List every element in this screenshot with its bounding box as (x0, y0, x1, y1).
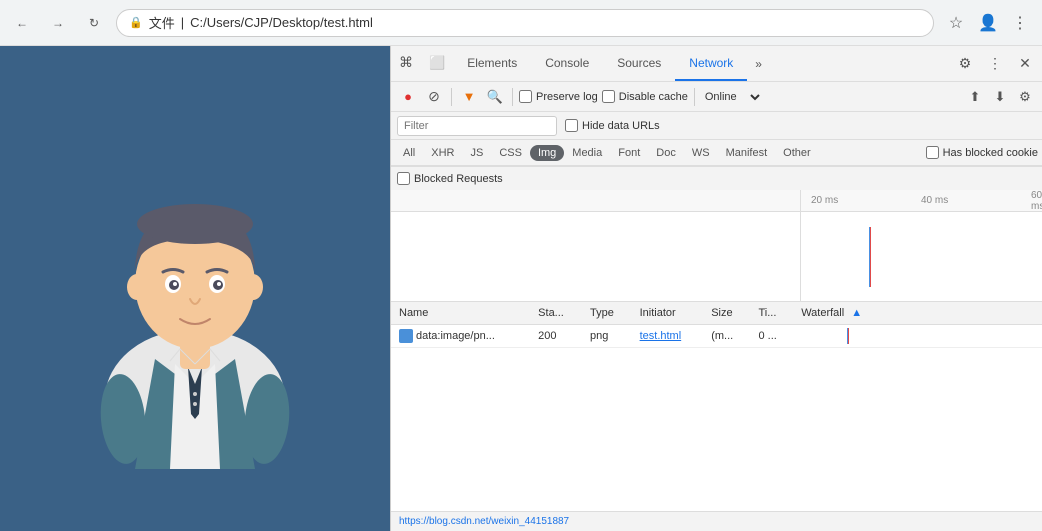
type-tab-js[interactable]: JS (462, 145, 491, 161)
network-condition-select[interactable]: Online Offline Slow 3G Fast 3G (701, 90, 763, 104)
table-header-row: Name Sta... Type Initiator (391, 302, 1042, 325)
export-button[interactable]: ⬇ (989, 86, 1011, 108)
toolbar-right-actions: ⬆ ⬇ ⚙ (964, 86, 1036, 108)
col-status[interactable]: Sta... (530, 302, 582, 325)
tab-elements[interactable]: Elements (453, 46, 531, 81)
lock-icon: 🔒 (129, 16, 143, 29)
blocked-requests-bar: Blocked Requests (391, 166, 1042, 190)
search-button[interactable]: 🔍 (484, 86, 506, 108)
toolbar-separator-1 (451, 88, 452, 106)
tab-sources[interactable]: Sources (603, 46, 675, 81)
timeline-header: 20 ms 40 ms 60 ms 80 ms 100 ms (391, 190, 1042, 212)
type-tab-manifest[interactable]: Manifest (718, 145, 776, 161)
devtools-panel: ⌘ ⬜ Elements Console Sources Network (390, 46, 1042, 531)
type-tab-other[interactable]: Other (775, 145, 819, 161)
browser-toolbar: ☆ 👤 ⋮ (942, 9, 1034, 37)
type-tab-img[interactable]: Img (530, 145, 564, 161)
waterfall-area (391, 212, 1042, 302)
col-time[interactable]: Ti... (750, 302, 793, 325)
requests-table: Name Sta... Type Initiator (391, 302, 1042, 348)
address-label: 文件 (149, 13, 175, 32)
requests-table-container: Name Sta... Type Initiator (391, 302, 1042, 511)
more-tabs-button[interactable]: » (747, 57, 770, 71)
record-button[interactable]: ● (397, 86, 419, 108)
type-tab-doc[interactable]: Doc (648, 145, 684, 161)
devtools-topbar: ⌘ ⬜ Elements Console Sources Network (391, 46, 1042, 82)
status-bar: https://blog.csdn.net/weixin_44151887 (391, 511, 1042, 531)
hide-urls-checkbox[interactable]: Hide data URLs (565, 119, 660, 132)
tab-network[interactable]: Network (675, 46, 747, 81)
row-type-cell: png (582, 325, 632, 348)
address-url: C:/Users/CJP/Desktop/test.html (190, 15, 373, 30)
back-button[interactable]: ← (8, 9, 36, 37)
address-bar: ← → ↻ 🔒 文件 | C:/Users/CJP/Desktop/test.h… (0, 0, 1042, 46)
col-type[interactable]: Type (582, 302, 632, 325)
devtools-inspect-icon[interactable]: ⌘ (391, 46, 421, 81)
toolbar-separator-3 (694, 88, 695, 106)
refresh-button[interactable]: ↻ (80, 9, 108, 37)
row-size-cell: (m... (703, 325, 750, 348)
devtools-actions: ⚙ ⋮ ✕ (952, 51, 1042, 77)
col-name[interactable]: Name (391, 302, 530, 325)
toolbar-separator-2 (512, 88, 513, 106)
filter-input[interactable] (397, 116, 557, 136)
devtools-close-button[interactable]: ✕ (1012, 51, 1038, 77)
row-status-cell: 200 (530, 325, 582, 348)
avatar-container (45, 89, 345, 489)
profile-button[interactable]: 👤 (974, 9, 1002, 37)
type-tab-media[interactable]: Media (564, 145, 610, 161)
main-area: ⌘ ⬜ Elements Console Sources Network (0, 46, 1042, 531)
devtools-more-button[interactable]: ⋮ (982, 51, 1008, 77)
type-tab-xhr[interactable]: XHR (423, 145, 462, 161)
table-row[interactable]: data:image/pn... 200 png test.html (m...… (391, 325, 1042, 348)
tick-60ms: 60 ms (1031, 190, 1042, 212)
devtools-responsive-icon[interactable]: ⬜ (421, 46, 453, 81)
row-time-cell: 0 ... (750, 325, 793, 348)
waterfall-left (391, 212, 801, 301)
bookmark-button[interactable]: ☆ (942, 9, 970, 37)
status-url: https://blog.csdn.net/weixin_44151887 (399, 516, 569, 527)
row-initiator-cell: test.html (632, 325, 704, 348)
type-tab-ws[interactable]: WS (684, 145, 718, 161)
network-settings-button[interactable]: ⚙ (1014, 86, 1036, 108)
tab-console[interactable]: Console (531, 46, 603, 81)
tick-20ms: 20 ms (811, 195, 838, 206)
type-filter-tabs: All XHR JS CSS Img Media Font (391, 140, 1042, 166)
import-button[interactable]: ⬆ (964, 86, 986, 108)
address-separator: | (181, 15, 184, 30)
waterfall-bar-red (870, 227, 871, 287)
forward-button[interactable]: → (44, 9, 72, 37)
tick-40ms: 40 ms (921, 195, 948, 206)
col-size[interactable]: Size (703, 302, 750, 325)
network-toolbar: ● ⊘ ▼ 🔍 Preserve log Disable cache (391, 82, 1042, 112)
menu-button[interactable]: ⋮ (1006, 9, 1034, 37)
disable-cache-checkbox[interactable]: Disable cache (602, 90, 688, 103)
type-tab-font[interactable]: Font (610, 145, 648, 161)
blocked-requests-checkbox[interactable] (397, 172, 410, 185)
row-name-cell: data:image/pn... (391, 325, 530, 348)
timeline-spacer (391, 190, 801, 211)
col-initiator[interactable]: Initiator (632, 302, 704, 325)
col-waterfall[interactable]: Waterfall ▲ (793, 302, 1042, 325)
row-type-icon (399, 329, 413, 343)
browser-window: ← → ↻ 🔒 文件 | C:/Users/CJP/Desktop/test.h… (0, 0, 1042, 531)
row-waterfall-cell (793, 325, 1042, 348)
blocked-requests-label: Blocked Requests (414, 173, 503, 185)
has-blocked-cookie-checkbox[interactable]: Has blocked cookie (926, 146, 1038, 159)
devtools-settings-button[interactable]: ⚙ (952, 51, 978, 77)
waterfall-right (801, 212, 1042, 301)
avatar-illustration (55, 109, 335, 469)
network-condition: Online Offline Slow 3G Fast 3G (701, 90, 763, 104)
filter-bar: Hide data URLs (391, 112, 1042, 140)
type-tab-css[interactable]: CSS (491, 145, 530, 161)
webpage-panel (0, 46, 390, 531)
filter-icon[interactable]: ▼ (458, 86, 480, 108)
clear-button[interactable]: ⊘ (423, 86, 445, 108)
type-tab-all[interactable]: All (395, 145, 423, 161)
address-input[interactable]: 🔒 文件 | C:/Users/CJP/Desktop/test.html (116, 9, 934, 37)
devtools-tabs: ⌘ ⬜ Elements Console Sources Network (391, 46, 770, 81)
row-waterfall-bar-red (848, 328, 849, 344)
preserve-log-checkbox[interactable]: Preserve log (519, 90, 598, 103)
